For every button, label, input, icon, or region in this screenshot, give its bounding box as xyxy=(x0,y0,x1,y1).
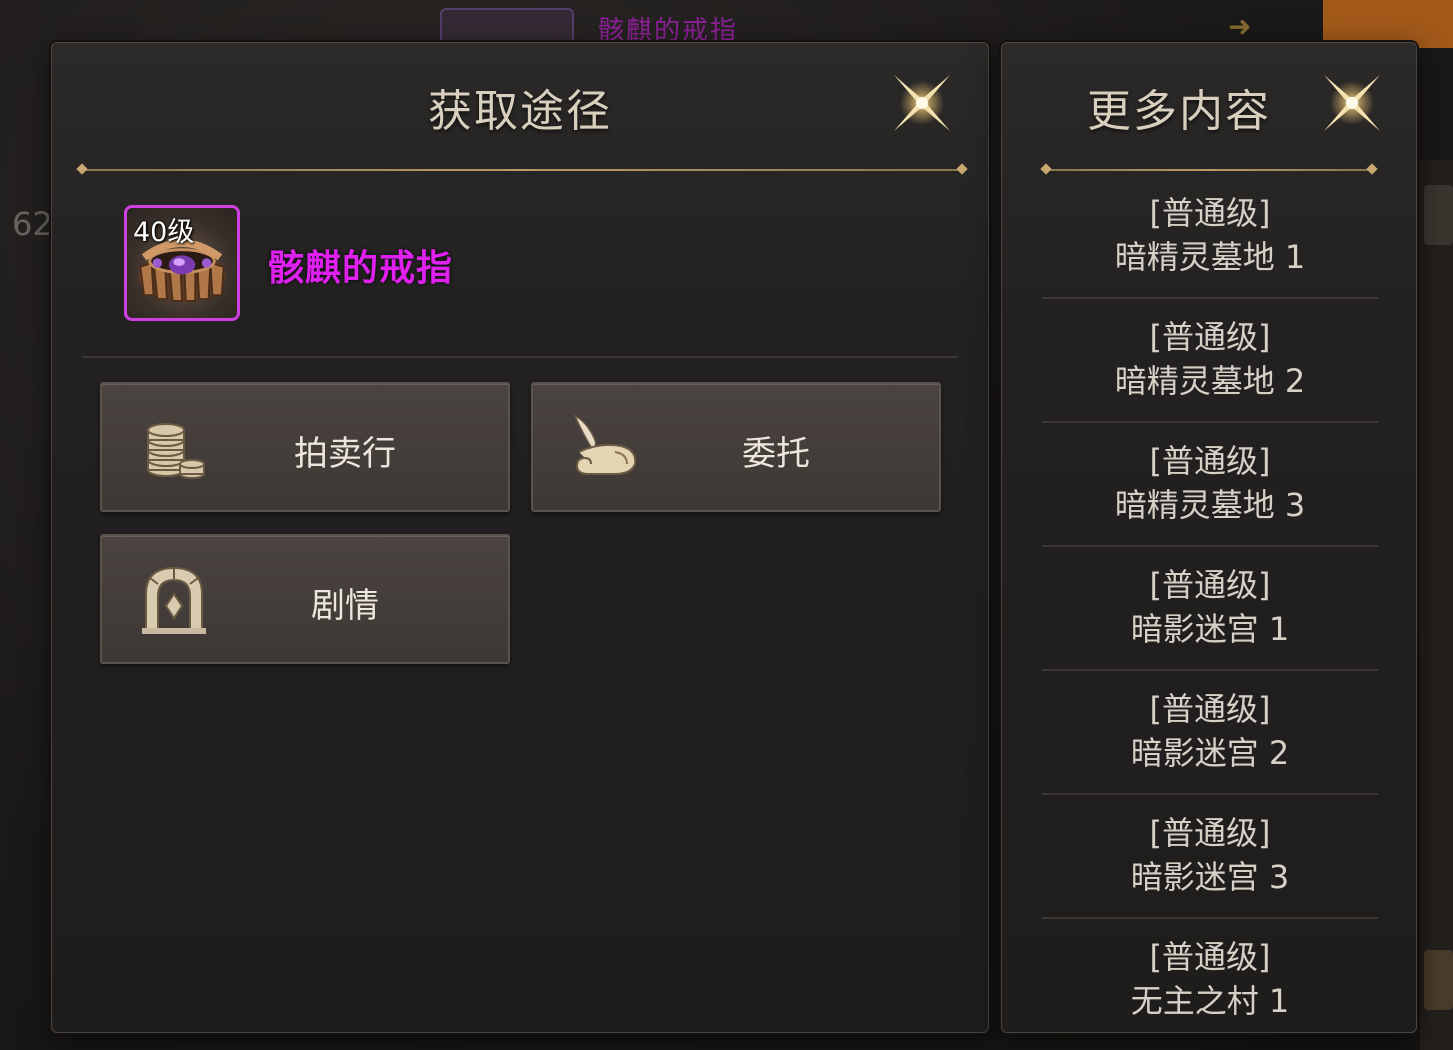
stage-list-item[interactable]: [普通级] 暗影迷宫 2 xyxy=(1042,671,1378,795)
stage-list-item[interactable]: [普通级] 暗精灵墓地 2 xyxy=(1042,299,1378,423)
background-right-button xyxy=(1424,185,1453,245)
close-icon xyxy=(888,69,956,137)
stage-name: 暗精灵墓地 1 xyxy=(1114,238,1306,276)
item-slot[interactable]: 40级 xyxy=(124,205,240,321)
background-right-strip xyxy=(1420,160,1453,1050)
background-right-button xyxy=(1424,950,1453,1010)
stage-grade: [普通级] xyxy=(1149,566,1271,604)
stage-grade: [普通级] xyxy=(1149,318,1271,356)
commission-button[interactable]: 委托 xyxy=(531,382,941,512)
stage-list-item[interactable]: [普通级] 无主之村 1 xyxy=(1042,919,1378,1043)
stage-grade: [普通级] xyxy=(1149,442,1271,480)
panel-title: 获取途径 xyxy=(428,86,612,137)
stage-grade: [普通级] xyxy=(1149,814,1271,852)
title-divider xyxy=(82,169,962,171)
auction-house-label: 拍卖行 xyxy=(294,434,396,474)
stage-name: 暗影迷宫 1 xyxy=(1130,610,1290,648)
stage-list-item[interactable]: [普通级] 暗影迷宫 1 xyxy=(1042,547,1378,671)
auction-house-button[interactable]: 拍卖行 xyxy=(100,382,510,512)
stage-grade: [普通级] xyxy=(1149,690,1271,728)
more-content-panel: 更多内容 [普通级] 暗精灵墓地 1 [普通级] 暗精灵墓地 2 [普通级] 暗… xyxy=(1001,42,1417,1033)
side-panel-title: 更多内容 xyxy=(1087,86,1271,137)
stage-name: 暗影迷宫 3 xyxy=(1130,858,1290,896)
close-button[interactable] xyxy=(882,63,962,143)
stage-list-item[interactable]: [普通级] 暗精灵墓地 3 xyxy=(1042,423,1378,547)
stage-name: 暗精灵墓地 3 xyxy=(1114,486,1306,524)
stage-list-item[interactable]: [普通级] 暗精灵墓地 1 xyxy=(1042,175,1378,299)
stage-name: 暗精灵墓地 2 xyxy=(1114,362,1306,400)
stage-list-item[interactable]: [普通级] 暗影迷宫 3 xyxy=(1042,795,1378,919)
side-title-divider xyxy=(1046,169,1372,171)
story-button[interactable]: 剧情 xyxy=(100,534,510,664)
stage-grade: [普通级] xyxy=(1149,194,1271,232)
stage-grade: [普通级] xyxy=(1149,938,1271,976)
close-icon xyxy=(1318,69,1386,137)
background-arrow-icon: ➜ xyxy=(1228,10,1252,43)
item-level-badge: 40级 xyxy=(133,217,195,248)
background-number: 62 xyxy=(12,205,53,243)
item-name: 骸麒的戒指 xyxy=(268,248,454,289)
side-close-button[interactable] xyxy=(1312,63,1392,143)
acquisition-panel: 获取途径 40级 骸麒的戒指 拍卖行 委托 剧情 xyxy=(51,42,989,1033)
stage-name: 无主之村 1 xyxy=(1130,982,1290,1020)
stage-list: [普通级] 暗精灵墓地 1 [普通级] 暗精灵墓地 2 [普通级] 暗精灵墓地 … xyxy=(1042,175,1378,1043)
commission-label: 委托 xyxy=(742,434,810,474)
background-orange-button xyxy=(1323,0,1453,48)
item-divider xyxy=(82,356,958,358)
stage-name: 暗影迷宫 2 xyxy=(1130,734,1290,772)
story-label: 剧情 xyxy=(311,586,379,626)
